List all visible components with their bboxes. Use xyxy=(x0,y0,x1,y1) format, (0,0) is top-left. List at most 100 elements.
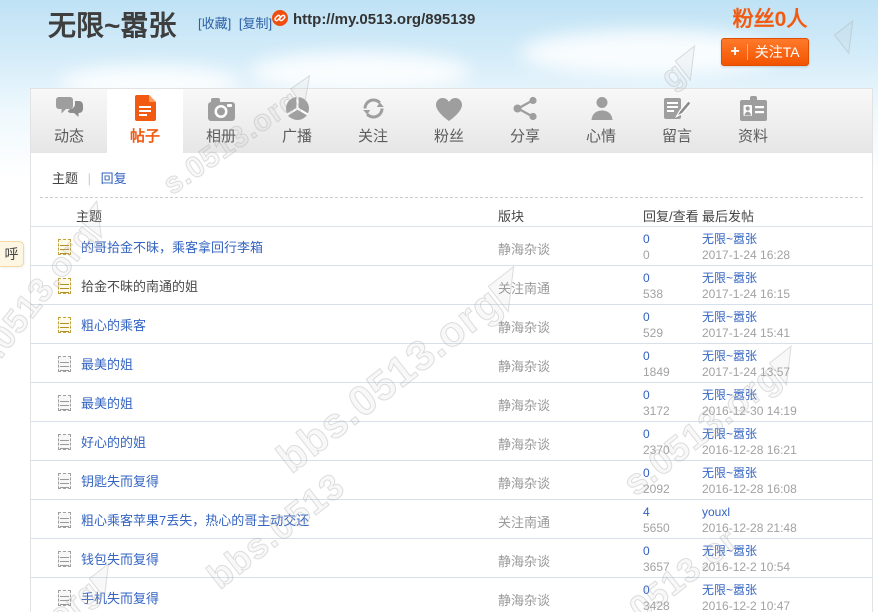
topic-link[interactable]: 的哥拾金不昧，乘客拿回行李箱 xyxy=(81,237,263,256)
topic-link[interactable]: 粗心乘客苹果7丢失，热心的哥主动交还 xyxy=(81,510,309,529)
bookmark-link[interactable]: [收藏] xyxy=(198,16,231,31)
author-link[interactable]: 无限~嚣张 xyxy=(702,309,790,325)
post-date: 2017-1-24 16:15 xyxy=(702,286,790,302)
author-link[interactable]: 无限~嚣张 xyxy=(702,348,790,364)
table-row: 拾金不昧的南通的姐 关注南通 0538 无限~嚣张2017-1-24 16:15 xyxy=(31,266,872,305)
reply-count: 0 xyxy=(643,309,663,325)
tab-guanzhu[interactable]: 关注 xyxy=(335,89,411,153)
follow-button[interactable]: + 关注TA xyxy=(721,38,809,66)
author-link[interactable]: 无限~嚣张 xyxy=(702,426,797,442)
camera-icon xyxy=(208,93,235,121)
comments-icon xyxy=(56,93,83,121)
forum-link[interactable]: 关注南通 xyxy=(498,515,550,530)
link-chain-icon xyxy=(272,10,288,31)
button-divider xyxy=(747,44,748,60)
tab-label: 心情 xyxy=(586,125,616,146)
heart-icon xyxy=(436,93,462,121)
header-links: [收藏] [复制] xyxy=(198,13,276,32)
forum-link[interactable]: 静海杂谈 xyxy=(498,398,550,413)
reply-count: 4 xyxy=(643,504,670,520)
author-link[interactable]: 无限~嚣张 xyxy=(702,231,790,247)
topic-link[interactable]: 拾金不昧的南通的姐 xyxy=(81,276,198,295)
subnav: 主题 | 回复 xyxy=(31,153,872,197)
table-row: 粗心乘客苹果7丢失，热心的哥主动交还 关注南通 45650 youxl2016-… xyxy=(31,500,872,539)
reply-count: 0 xyxy=(643,582,670,598)
tab-fenxiang[interactable]: 分享 xyxy=(487,89,563,153)
author-link[interactable]: 无限~嚣张 xyxy=(702,543,790,559)
author-link[interactable]: 无限~嚣张 xyxy=(702,582,790,598)
topic-link[interactable]: 最美的姐 xyxy=(81,354,133,373)
author-link[interactable]: 无限~嚣张 xyxy=(702,465,797,481)
forum-link[interactable]: 关注南通 xyxy=(498,281,550,296)
copy-link[interactable]: [复制] xyxy=(239,16,272,31)
forum-link[interactable]: 静海杂谈 xyxy=(498,476,550,491)
topic-link[interactable]: 钥匙失而复得 xyxy=(81,471,159,490)
view-count: 2092 xyxy=(643,481,670,497)
tab-ziliao[interactable]: 资料 xyxy=(715,89,791,153)
author-link[interactable]: 无限~嚣张 xyxy=(702,270,790,286)
tab-label: 相册 xyxy=(206,125,236,146)
table-row: 的哥拾金不昧，乘客拿回行李箱 静海杂谈 00 无限~嚣张2017-1-24 16… xyxy=(31,227,872,266)
post-date: 2016-12-2 10:54 xyxy=(702,559,790,575)
table-row: 手机失而复得 静海杂谈 03428 无限~嚣张2016-12-2 10:47 xyxy=(31,578,872,612)
reply-count: 0 xyxy=(643,387,670,403)
forum-link[interactable]: 静海杂谈 xyxy=(498,320,550,335)
post-date: 2017-1-24 15:41 xyxy=(702,325,790,341)
column-header-forum: 版块 xyxy=(498,206,524,225)
tab-dongtai[interactable]: 动态 xyxy=(31,89,107,153)
tab-liuyan[interactable]: 留言 xyxy=(639,89,715,153)
tab-label: 帖子 xyxy=(130,125,160,146)
forum-link[interactable]: 静海杂谈 xyxy=(498,242,550,257)
subnav-reply-link[interactable]: 回复 xyxy=(101,171,127,186)
table-row: 好心的的姐 静海杂谈 02370 无限~嚣张2016-12-28 16:21 xyxy=(31,422,872,461)
forum-link[interactable]: 静海杂谈 xyxy=(498,554,550,569)
reply-count: 0 xyxy=(643,543,670,559)
plus-icon: + xyxy=(730,44,739,60)
tab-guangbo[interactable]: 广播 xyxy=(259,89,335,153)
side-call-tab[interactable]: 呼 xyxy=(0,241,24,267)
view-count: 1849 xyxy=(643,364,670,380)
topic-icon xyxy=(58,434,71,450)
topic-link[interactable]: 钱包失而复得 xyxy=(81,549,159,568)
topic-icon xyxy=(58,590,71,606)
topic-link[interactable]: 手机失而复得 xyxy=(81,588,159,607)
profile-tab-bar: 动态 帖子 xyxy=(31,89,872,153)
view-count: 3657 xyxy=(643,559,670,575)
tab-xiangce[interactable]: 相册 xyxy=(183,89,259,153)
topic-icon xyxy=(58,239,71,255)
profile-username: 无限~嚣张 xyxy=(48,4,176,44)
post-date: 2016-12-28 21:48 xyxy=(702,520,797,536)
view-count: 538 xyxy=(643,286,663,302)
fans-count: 粉丝0人 xyxy=(710,3,830,33)
author-link[interactable]: youxl xyxy=(702,504,797,520)
topic-icon xyxy=(58,551,71,567)
subnav-theme[interactable]: 主题 xyxy=(52,171,78,186)
author-link[interactable]: 无限~嚣张 xyxy=(702,387,797,403)
topic-link[interactable]: 粗心的乘客 xyxy=(81,315,146,334)
topic-link[interactable]: 好心的的姐 xyxy=(81,432,146,451)
tab-label: 粉丝 xyxy=(434,125,464,146)
topic-icon xyxy=(58,356,71,372)
forum-link[interactable]: 静海杂谈 xyxy=(498,437,550,452)
tab-tiezi[interactable]: 帖子 xyxy=(107,89,183,153)
subnav-divider: | xyxy=(88,171,91,186)
tab-label: 广播 xyxy=(282,125,312,146)
profile-url: http://my.0513.org/895139 xyxy=(293,11,475,28)
forum-link[interactable]: 静海杂谈 xyxy=(498,593,550,608)
topic-link[interactable]: 最美的姐 xyxy=(81,393,133,412)
topic-icon xyxy=(58,395,71,411)
topic-icon xyxy=(58,317,71,333)
tab-xinqing[interactable]: 心情 xyxy=(563,89,639,153)
forum-link[interactable]: 静海杂谈 xyxy=(498,359,550,374)
reply-count: 0 xyxy=(643,270,663,286)
id-card-icon xyxy=(740,93,767,121)
topic-list: 的哥拾金不昧，乘客拿回行李箱 静海杂谈 00 无限~嚣张2017-1-24 16… xyxy=(31,227,872,612)
tab-fensi[interactable]: 粉丝 xyxy=(411,89,487,153)
table-row: 钥匙失而复得 静海杂谈 02092 无限~嚣张2016-12-28 16:08 xyxy=(31,461,872,500)
document-icon xyxy=(135,93,156,121)
view-count: 3172 xyxy=(643,403,670,419)
topic-icon xyxy=(58,278,71,294)
follow-button-label: 关注TA xyxy=(755,42,800,62)
person-icon xyxy=(589,93,614,121)
tab-label: 留言 xyxy=(662,125,692,146)
